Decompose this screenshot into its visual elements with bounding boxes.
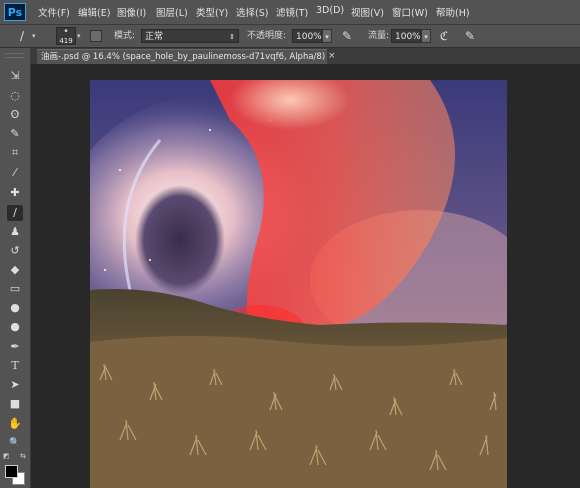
panel-grip[interactable]	[5, 53, 25, 58]
healing-brush-tool[interactable]: ✚	[7, 185, 23, 201]
foreground-color-swatch[interactable]	[5, 465, 18, 478]
menu-file[interactable]: 文件(F)	[38, 5, 70, 19]
close-tab-icon[interactable]: ×	[328, 49, 336, 64]
blend-mode-value: 正常	[145, 32, 164, 42]
menu-edit[interactable]: 编辑(E)	[78, 5, 110, 19]
flow-arrow-icon[interactable]: ▾	[421, 29, 431, 43]
airbrush-icon[interactable]: ℭ	[436, 29, 452, 43]
menu-filter[interactable]: 滤镜(T)	[276, 5, 308, 19]
crop-tool[interactable]: ⌗	[7, 145, 23, 161]
dodge-tool[interactable]: ●	[7, 319, 23, 335]
brush-size-arrow-icon[interactable]: ▾	[77, 29, 81, 43]
tablet-pressure-opacity-icon[interactable]: ✎	[339, 29, 355, 43]
document-tab[interactable]: 油画-.psd @ 16.4% (space_hole_by_paulinemo…	[37, 49, 327, 64]
options-bar: ∕ ▾ • 419 ▾ 模式: 正常 ⇕ 不透明度: 100% ▾ ✎ 流量: …	[0, 25, 580, 48]
menu-type[interactable]: 类型(Y)	[196, 5, 228, 19]
menu-image[interactable]: 图像(I)	[117, 5, 146, 19]
menu-view[interactable]: 视图(V)	[351, 5, 384, 19]
menu-help[interactable]: 帮助(H)	[436, 5, 470, 19]
brush-tool[interactable]: ∕	[7, 205, 23, 221]
tools-panel: ⇲ ◌ ʘ ✎ ⌗ ⁄ ✚ ∕ ♟ ↺ ◆ ▭ ● ● ✒ T ➤ ■ ✋ 🔍 …	[0, 48, 31, 488]
document-canvas[interactable]	[90, 80, 507, 488]
zoom-tool[interactable]: 🔍	[7, 435, 23, 451]
menu-layer[interactable]: 图层(L)	[156, 5, 188, 19]
history-brush-tool[interactable]: ↺	[7, 243, 23, 259]
eyedropper-tool[interactable]: ⁄	[7, 165, 23, 181]
blend-mode-select[interactable]: 正常 ⇕	[141, 29, 239, 43]
select-arrows-icon: ⇕	[229, 33, 235, 41]
opacity-field[interactable]: 100%	[292, 29, 322, 43]
brush-size-value: 419	[59, 37, 73, 45]
shape-tool[interactable]: ■	[7, 396, 23, 412]
flow-label: 流量:	[368, 31, 390, 41]
document-tab-bar: 油画-.psd @ 16.4% (space_hole_by_paulinemo…	[30, 48, 580, 64]
swap-colors-icon[interactable]: ⇆	[20, 452, 26, 460]
photoshop-logo: Ps	[4, 3, 26, 21]
default-colors-icon[interactable]: ◩	[3, 452, 10, 460]
lasso-tool[interactable]: ʘ	[7, 107, 23, 123]
marquee-tool[interactable]: ◌	[7, 88, 23, 104]
menu-bar: Ps 文件(F) 编辑(E) 图像(I) 图层(L) 类型(Y) 选择(S) 滤…	[0, 0, 580, 25]
brush-preset-icon[interactable]: ∕	[14, 29, 30, 43]
hand-tool[interactable]: ✋	[7, 416, 23, 432]
menu-select[interactable]: 选择(S)	[236, 5, 268, 19]
brush-size-picker[interactable]: • 419	[56, 27, 76, 45]
pen-tool[interactable]: ✒	[7, 339, 23, 355]
eraser-tool[interactable]: ◆	[7, 262, 23, 278]
gradient-tool[interactable]: ▭	[7, 281, 23, 297]
mode-label: 模式:	[114, 31, 136, 41]
clone-stamp-tool[interactable]: ♟	[7, 224, 23, 240]
brush-panel-toggle-icon[interactable]	[90, 30, 102, 42]
menu-window[interactable]: 窗口(W)	[392, 5, 428, 19]
preset-dropdown-arrow-icon[interactable]: ▾	[32, 29, 36, 43]
move-tool[interactable]: ⇲	[7, 68, 23, 84]
opacity-label: 不透明度:	[247, 31, 287, 41]
canvas-image	[90, 80, 507, 488]
blur-tool[interactable]: ●	[7, 300, 23, 316]
tablet-pressure-size-icon[interactable]: ✎	[462, 29, 478, 43]
quick-selection-tool[interactable]: ✎	[7, 126, 23, 142]
type-tool[interactable]: T	[7, 358, 23, 374]
flow-field[interactable]: 100%	[391, 29, 421, 43]
opacity-arrow-icon[interactable]: ▾	[322, 29, 332, 43]
menu-3d[interactable]: 3D(D)	[316, 5, 344, 16]
path-selection-tool[interactable]: ➤	[7, 377, 23, 393]
brush-tip-dot-icon: •	[63, 27, 69, 37]
